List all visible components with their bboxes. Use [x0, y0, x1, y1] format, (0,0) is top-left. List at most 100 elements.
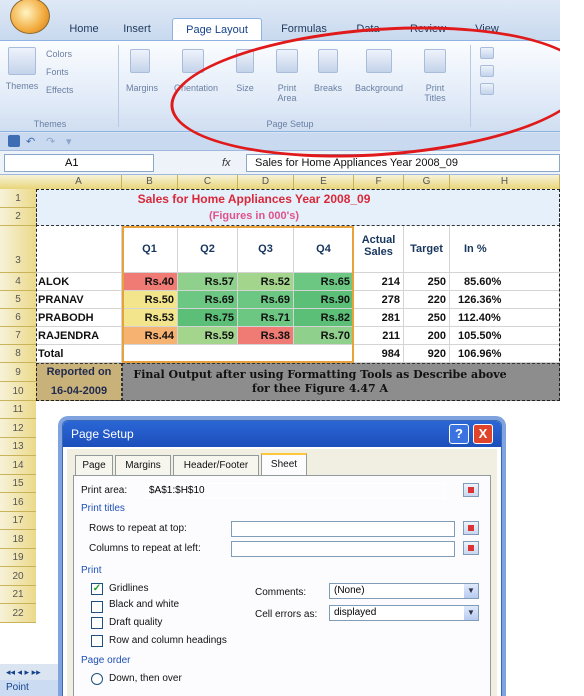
- row-header[interactable]: 14: [0, 456, 36, 475]
- row-header[interactable]: 11: [0, 401, 36, 419]
- q-cell[interactable]: Rs.75: [178, 309, 238, 327]
- chevron-down-icon[interactable]: ▼: [464, 584, 478, 598]
- q-cell[interactable]: Rs.50: [122, 291, 178, 309]
- row-header[interactable]: 1: [0, 189, 36, 208]
- collapse-dialog-icon[interactable]: [463, 521, 479, 535]
- q-cell[interactable]: Rs.65: [294, 273, 354, 291]
- percent-cell[interactable]: 112.40%: [450, 309, 560, 327]
- redo-icon[interactable]: ↷: [46, 135, 60, 148]
- row-header[interactable]: 21: [0, 586, 36, 604]
- themes-icon[interactable]: [8, 47, 36, 75]
- header-target[interactable]: Target: [404, 226, 450, 273]
- row-header[interactable]: 4: [0, 273, 36, 291]
- row-header[interactable]: 6: [0, 309, 36, 327]
- fonts-button[interactable]: Fonts: [46, 67, 106, 77]
- collapse-dialog-icon[interactable]: [463, 541, 479, 555]
- col-header-h[interactable]: H: [450, 175, 560, 189]
- header-q1[interactable]: Q1: [122, 226, 178, 273]
- row-header[interactable]: 19: [0, 549, 36, 567]
- tab-home[interactable]: Home: [58, 18, 110, 40]
- q-cell[interactable]: Rs.59: [178, 327, 238, 345]
- total-empty[interactable]: [122, 345, 354, 363]
- tab-header-footer[interactable]: Header/Footer: [173, 455, 259, 475]
- row-header[interactable]: 8: [0, 345, 36, 363]
- col-header-f[interactable]: F: [354, 175, 404, 189]
- chevron-down-icon[interactable]: ▼: [464, 606, 478, 620]
- percent-cell[interactable]: 85.60%: [450, 273, 560, 291]
- row-header[interactable]: 22: [0, 604, 36, 623]
- tab-insert[interactable]: Insert: [114, 18, 160, 40]
- header-q4[interactable]: Q4: [294, 226, 354, 273]
- cols-repeat-input[interactable]: [231, 541, 455, 557]
- tab-page-layout[interactable]: Page Layout: [172, 18, 262, 40]
- cell-errors-select[interactable]: displayed ▼: [329, 605, 479, 621]
- q-cell[interactable]: Rs.82: [294, 309, 354, 327]
- black-white-checkbox[interactable]: [91, 601, 103, 613]
- q-cell[interactable]: Rs.70: [294, 327, 354, 345]
- header-percent[interactable]: In %: [450, 226, 560, 273]
- q-cell[interactable]: Rs.69: [178, 291, 238, 309]
- target-cell[interactable]: 200: [404, 327, 450, 345]
- tab-sheet[interactable]: Sheet: [261, 453, 307, 475]
- actual-cell[interactable]: 281: [354, 309, 404, 327]
- function-icon[interactable]: fx: [222, 154, 240, 172]
- row-header[interactable]: 16: [0, 493, 36, 512]
- q-cell[interactable]: Rs.38: [238, 327, 294, 345]
- row-header[interactable]: 9: [0, 363, 36, 382]
- actual-cell[interactable]: 214: [354, 273, 404, 291]
- formula-input[interactable]: Sales for Home Appliances Year 2008_09: [246, 154, 560, 172]
- print-area-input[interactable]: $A$1:$H$10: [145, 483, 445, 499]
- help-button[interactable]: ?: [449, 424, 469, 444]
- total-label[interactable]: Total: [36, 345, 122, 363]
- rows-repeat-input[interactable]: [231, 521, 455, 537]
- close-button[interactable]: X: [473, 424, 493, 444]
- effects-button[interactable]: Effects: [46, 85, 106, 95]
- sheet-subtitle[interactable]: (Figures in 000's): [36, 210, 472, 222]
- header-actual-sales[interactable]: Actual Sales: [354, 226, 404, 273]
- sheet-navigation[interactable]: ◂◂ ◂ ▸ ▸▸: [0, 664, 62, 680]
- select-all-corner[interactable]: [0, 175, 36, 189]
- q-cell[interactable]: Rs.90: [294, 291, 354, 309]
- row-header[interactable]: 17: [0, 512, 36, 530]
- name-cell[interactable]: ALOK: [36, 273, 122, 291]
- q-cell[interactable]: Rs.52: [238, 273, 294, 291]
- margins-button[interactable]: Margins: [122, 83, 162, 93]
- actual-cell[interactable]: 211: [354, 327, 404, 345]
- collapse-dialog-icon[interactable]: [463, 483, 479, 497]
- undo-icon[interactable]: ↶: [26, 135, 40, 148]
- row-header[interactable]: 15: [0, 475, 36, 493]
- col-header-b[interactable]: B: [122, 175, 178, 189]
- colors-button[interactable]: Colors: [46, 49, 106, 59]
- col-header-d[interactable]: D: [238, 175, 294, 189]
- customize-icon[interactable]: ▾: [66, 135, 80, 148]
- headings-checkbox[interactable]: [91, 635, 103, 647]
- row-header[interactable]: 20: [0, 567, 36, 586]
- col-header-g[interactable]: G: [404, 175, 450, 189]
- header-q3[interactable]: Q3: [238, 226, 294, 273]
- target-cell[interactable]: 250: [404, 273, 450, 291]
- row-header[interactable]: 10: [0, 382, 36, 401]
- col-header-a[interactable]: A: [36, 175, 122, 189]
- row-header[interactable]: 12: [0, 419, 36, 438]
- q-cell[interactable]: Rs.69: [238, 291, 294, 309]
- name-cell[interactable]: RAJENDRA: [36, 327, 122, 345]
- gridlines-checkbox[interactable]: ✓: [91, 583, 103, 595]
- q-cell[interactable]: Rs.71: [238, 309, 294, 327]
- row-header[interactable]: 2: [0, 208, 36, 226]
- margins-icon[interactable]: [130, 49, 150, 73]
- name-box[interactable]: A1: [4, 154, 154, 172]
- header-q2[interactable]: Q2: [178, 226, 238, 273]
- q-cell[interactable]: Rs.40: [122, 273, 178, 291]
- target-cell[interactable]: 250: [404, 309, 450, 327]
- percent-cell[interactable]: 126.36%: [450, 291, 560, 309]
- row-header[interactable]: 13: [0, 438, 36, 456]
- tab-margins[interactable]: Margins: [115, 455, 171, 475]
- down-then-over-radio[interactable]: [91, 673, 103, 685]
- total-target[interactable]: 920: [404, 345, 450, 363]
- col-header-e[interactable]: E: [294, 175, 354, 189]
- total-actual[interactable]: 984: [354, 345, 404, 363]
- row-header[interactable]: 3: [0, 226, 36, 273]
- col-header-c[interactable]: C: [178, 175, 238, 189]
- themes-button[interactable]: Themes: [2, 81, 42, 91]
- q-cell[interactable]: Rs.44: [122, 327, 178, 345]
